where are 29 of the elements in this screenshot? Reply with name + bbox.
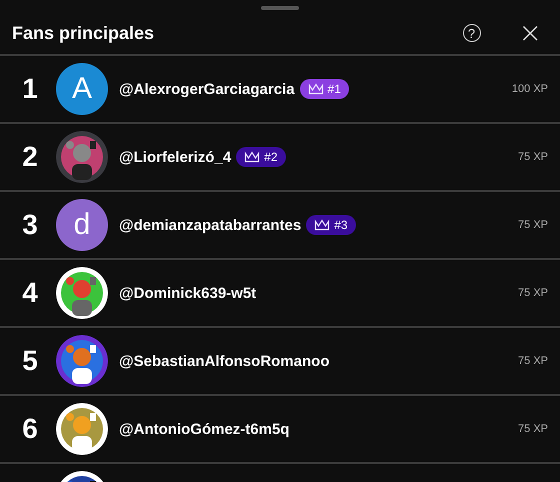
xp-points: 75 XP <box>518 151 548 163</box>
xp-points: 100 XP <box>512 83 548 95</box>
rank-number: 6 <box>21 413 39 445</box>
drag-handle[interactable] <box>261 6 299 10</box>
xp-points: 75 XP <box>518 287 548 299</box>
rank-badge: #1 <box>300 79 349 99</box>
username[interactable]: @AlexrogerGarciagarcia <box>119 80 295 98</box>
rank-number: 1 <box>21 73 39 105</box>
avatar[interactable]: A <box>56 63 108 115</box>
crown-icon <box>244 151 260 163</box>
username[interactable]: @demianzapatabarrantes <box>119 216 302 234</box>
rank-number: 5 <box>21 345 39 377</box>
rank-badge: #2 <box>236 147 286 167</box>
crown-icon <box>308 83 324 95</box>
crown-icon <box>314 219 330 231</box>
username[interactable]: @AntonioGómez-t6m5q <box>119 420 290 438</box>
rank-number: 2 <box>21 141 39 173</box>
xp-points: 75 XP <box>518 423 548 435</box>
username[interactable]: @SebastianAlfonsoRomanoo <box>119 352 330 370</box>
xp-points: 75 XP <box>518 219 548 231</box>
xp-points: 75 XP <box>518 355 548 367</box>
rank-number: 3 <box>21 209 39 241</box>
username[interactable]: @Dominick639-w5t <box>119 284 256 302</box>
username[interactable]: @Liorfelerizó_4 <box>119 148 232 166</box>
rank-badge: #3 <box>306 215 356 235</box>
help-icon[interactable]: ? <box>462 24 481 42</box>
rank-number: 4 <box>21 277 39 309</box>
panel-title: Fans principales <box>12 22 156 44</box>
avatar[interactable]: d <box>56 199 108 251</box>
